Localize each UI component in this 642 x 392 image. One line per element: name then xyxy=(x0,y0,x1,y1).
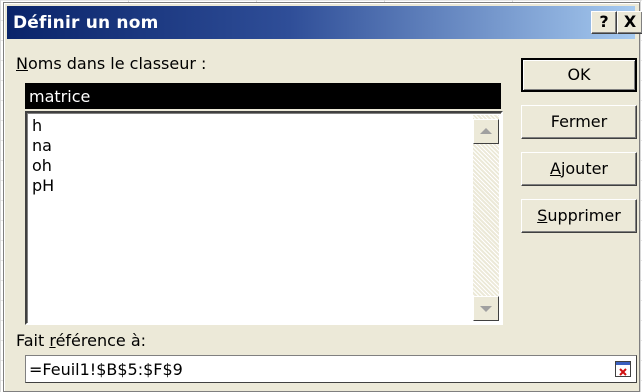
collapse-dialog-icon[interactable] xyxy=(615,361,631,377)
dialog-titlebar[interactable]: Définir un nom ? X xyxy=(7,6,642,39)
name-input-value: matrice xyxy=(29,87,91,106)
scroll-up-button[interactable] xyxy=(473,119,499,144)
list-item[interactable]: pH xyxy=(32,176,54,196)
names-list-items: h na oh pH xyxy=(32,116,54,196)
vertical-scrollbar[interactable] xyxy=(473,115,499,321)
help-button[interactable]: ? xyxy=(591,11,617,34)
add-button[interactable]: Ajouter xyxy=(521,152,637,186)
list-item[interactable]: na xyxy=(32,136,54,156)
delete-button[interactable]: Supprimer xyxy=(521,199,637,233)
ok-button[interactable]: OK xyxy=(521,58,637,92)
define-name-dialog: Définir un nom ? X Noms dans le classeur… xyxy=(3,2,642,392)
list-item[interactable]: oh xyxy=(32,156,54,176)
refers-to-value: =Feuil1!$B$5:$F$9 xyxy=(29,360,183,379)
dialog-title: Définir un nom xyxy=(13,13,159,33)
chevron-up-icon xyxy=(480,128,492,134)
list-item[interactable]: h xyxy=(32,116,54,136)
names-in-workbook-label: Noms dans le classeur : xyxy=(16,54,207,73)
refers-to-label: Fait référence à: xyxy=(16,331,147,350)
refers-to-input[interactable]: =Feuil1!$B$5:$F$9 xyxy=(25,355,637,383)
names-listbox[interactable]: h na oh pH xyxy=(25,111,503,325)
close-button[interactable]: Fermer xyxy=(521,105,637,139)
chevron-down-icon xyxy=(480,306,492,312)
close-icon[interactable]: X xyxy=(617,11,642,34)
scroll-down-button[interactable] xyxy=(473,296,499,321)
name-input[interactable]: matrice xyxy=(25,83,501,109)
